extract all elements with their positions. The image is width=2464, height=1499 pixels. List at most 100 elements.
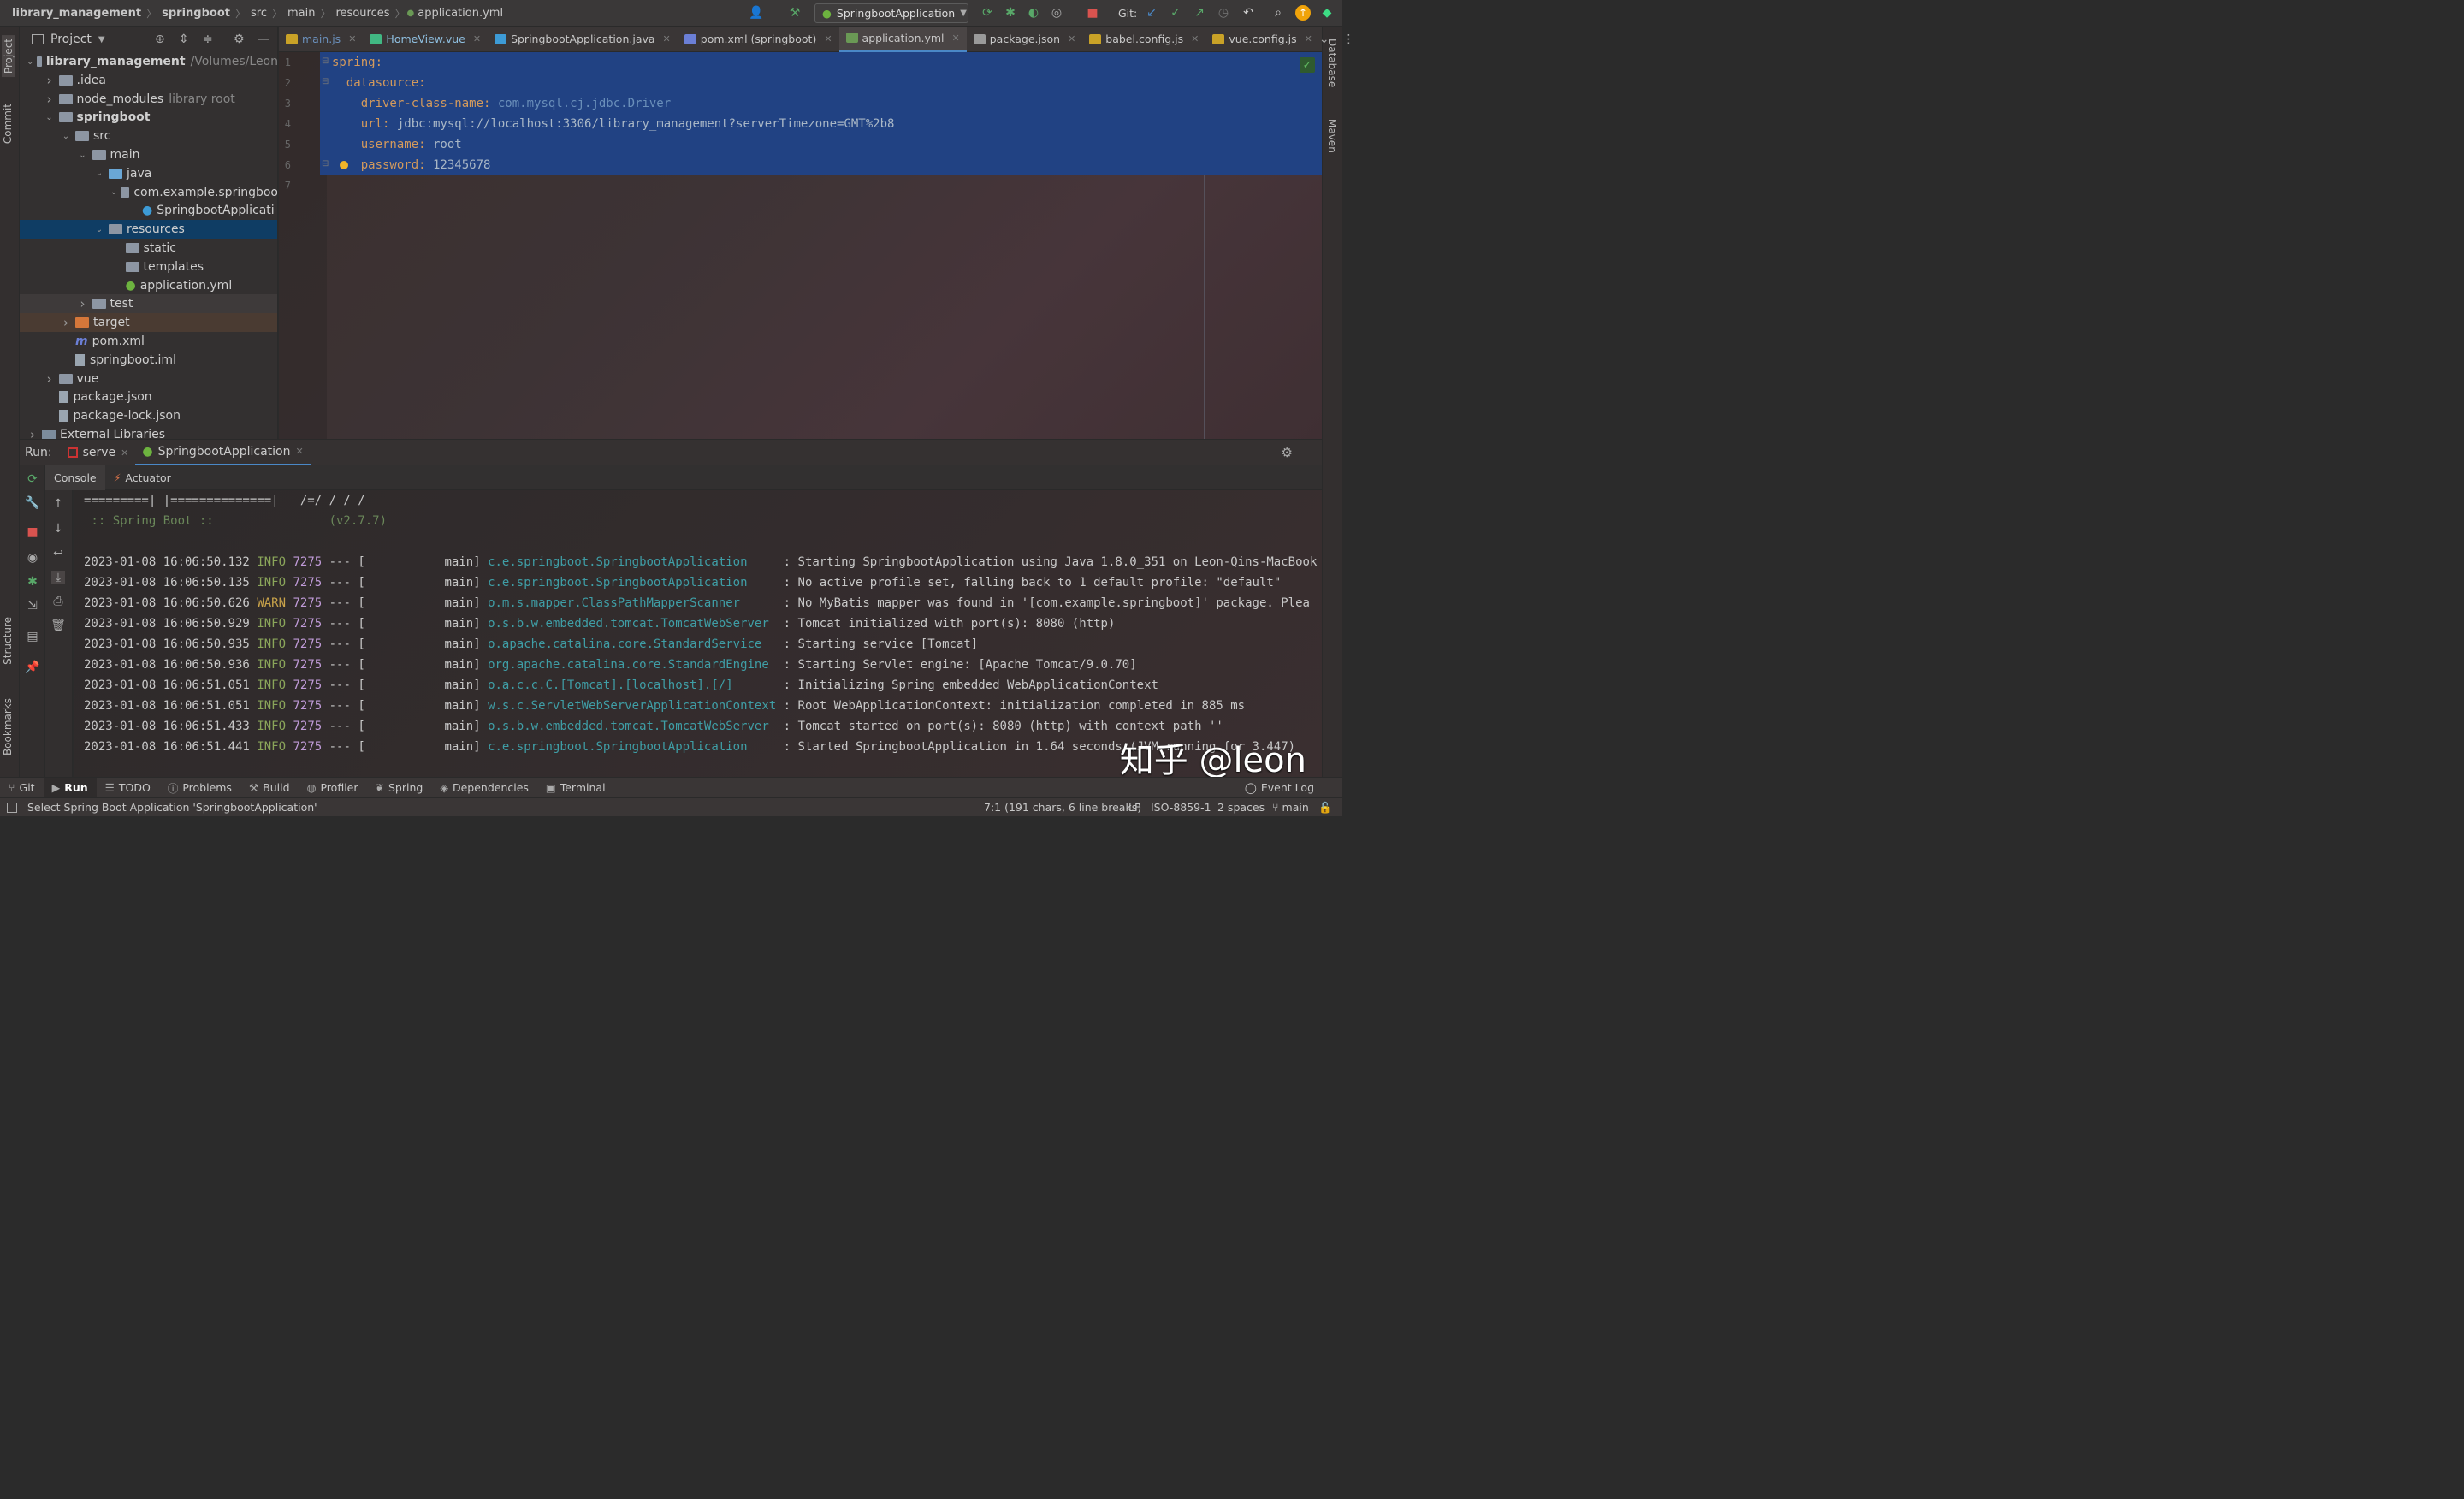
- tool-window-git[interactable]: ⑂ Git: [0, 778, 44, 798]
- rerun-icon[interactable]: ⟳: [980, 5, 995, 21]
- tree-item[interactable]: › node_modules library root: [20, 90, 277, 109]
- editor-tab[interactable]: SpringbootApplication.java ✕: [488, 27, 678, 52]
- tree-item[interactable]: static: [20, 239, 277, 258]
- tree-item[interactable]: ⌄ springboot: [20, 108, 277, 127]
- cursor-position[interactable]: 7:1 (191 chars, 6 line breaks): [984, 801, 1141, 814]
- chevron-down-icon[interactable]: ⌄: [93, 225, 105, 234]
- tool-window-dependencies[interactable]: ◈ Dependencies: [431, 778, 537, 798]
- code-line[interactable]: password: 12345678: [320, 155, 1322, 175]
- chevron-down-icon[interactable]: ⌄: [44, 113, 56, 122]
- coverage-icon[interactable]: ◐: [1026, 5, 1041, 21]
- tree-item[interactable]: springboot.iml: [20, 351, 277, 370]
- collapse-all-icon[interactable]: ≑: [203, 33, 213, 46]
- fold-icon[interactable]: ⊟: [322, 159, 329, 169]
- tree-item[interactable]: package.json: [20, 388, 277, 406]
- git-branch[interactable]: ⑂ main: [1272, 801, 1309, 814]
- breadcrumb-item[interactable]: library_management: [9, 7, 145, 20]
- tool-window-build[interactable]: ⚒ Build: [240, 778, 299, 798]
- close-icon[interactable]: ✕: [663, 33, 671, 44]
- project-tool-button[interactable]: Project: [2, 35, 15, 78]
- git-update-icon[interactable]: ↙: [1144, 5, 1159, 21]
- revert-icon[interactable]: ↶: [1241, 5, 1256, 21]
- close-icon[interactable]: ✕: [121, 447, 128, 459]
- pin-icon[interactable]: 📌: [25, 661, 39, 674]
- intention-bulb-icon[interactable]: [340, 161, 348, 169]
- close-icon[interactable]: ✕: [295, 446, 303, 457]
- tree-item[interactable]: ⌄ library_management/Volumes/Leon: [20, 52, 277, 71]
- structure-tool-button[interactable]: Structure: [2, 617, 14, 665]
- plugin-icon[interactable]: ◆: [1319, 5, 1335, 21]
- tree-item[interactable]: m pom.xml: [20, 332, 277, 351]
- chevron-right-icon[interactable]: ›: [44, 92, 56, 107]
- chevron-right-icon[interactable]: ›: [60, 315, 72, 330]
- scroll-to-end-icon[interactable]: ⤓: [51, 571, 65, 584]
- project-view-selector[interactable]: Project: [50, 33, 92, 46]
- locate-icon[interactable]: ⊕: [155, 33, 165, 46]
- code-line[interactable]: driver-class-name: com.mysql.cj.jdbc.Dri…: [320, 93, 1322, 114]
- editor-tab[interactable]: vue.config.js ✕: [1205, 27, 1318, 52]
- close-icon[interactable]: ✕: [1191, 33, 1199, 44]
- indent-setting[interactable]: 2 spaces: [1217, 801, 1265, 814]
- editor-tab[interactable]: babel.config.js ✕: [1082, 27, 1205, 52]
- chevron-down-icon[interactable]: ▼: [98, 35, 105, 44]
- git-commit-icon[interactable]: ✓: [1168, 5, 1183, 21]
- chevron-down-icon[interactable]: ⌄: [77, 151, 89, 160]
- code-line[interactable]: username: root: [320, 134, 1322, 155]
- arrow-up-icon[interactable]: ↑: [51, 497, 65, 511]
- close-icon[interactable]: ✕: [348, 33, 356, 44]
- maven-tool-button[interactable]: Maven: [1326, 119, 1338, 153]
- build-hammer-icon[interactable]: ⚒: [787, 5, 803, 21]
- chevron-down-icon[interactable]: ⌄: [93, 169, 105, 178]
- stop-icon[interactable]: ■: [26, 525, 39, 539]
- bookmarks-tool-button[interactable]: Bookmarks: [2, 698, 14, 755]
- chevron-right-icon[interactable]: ›: [27, 427, 38, 439]
- stop-icon[interactable]: ■: [1085, 5, 1100, 21]
- chevron-down-icon[interactable]: ⌄: [110, 187, 118, 197]
- wrench-icon[interactable]: 🔧: [25, 496, 39, 510]
- tree-item[interactable]: ⌄ main: [20, 145, 277, 164]
- arrow-down-icon[interactable]: ↓: [51, 522, 65, 536]
- chevron-right-icon[interactable]: ›: [77, 296, 89, 311]
- hide-icon[interactable]: —: [1304, 447, 1315, 459]
- tree-item[interactable]: › .idea: [20, 71, 277, 90]
- tab-list-icon[interactable]: ⌄: [1319, 33, 1330, 46]
- exit-icon[interactable]: ⇲: [26, 599, 39, 613]
- tool-window-problems[interactable]: ⓘ Problems: [159, 778, 240, 798]
- file-encoding[interactable]: ISO-8859-1: [1151, 801, 1211, 814]
- user-icon[interactable]: 👤: [749, 5, 764, 21]
- fold-icon[interactable]: ⊟: [322, 56, 329, 66]
- status-toggle-icon[interactable]: [7, 802, 17, 813]
- run-tab-springboot[interactable]: ● SpringbootApplication ✕: [135, 440, 311, 466]
- tree-item[interactable]: › vue: [20, 370, 277, 388]
- editor-tab[interactable]: pom.xml (springboot) ✕: [678, 27, 839, 52]
- gear-icon[interactable]: ⚙: [234, 33, 245, 46]
- tool-window-spring[interactable]: ❦ Spring: [367, 778, 432, 798]
- editor-tab[interactable]: package.json ✕: [967, 27, 1083, 52]
- code-line[interactable]: spring:: [320, 52, 1322, 73]
- breadcrumb-item[interactable]: resources: [332, 7, 393, 20]
- tree-item[interactable]: package-lock.json: [20, 406, 277, 425]
- tool-window-run[interactable]: ▶ Run: [43, 777, 97, 798]
- close-icon[interactable]: ✕: [1068, 33, 1075, 44]
- fold-icon[interactable]: ⊟: [322, 77, 329, 86]
- soft-wrap-icon[interactable]: ↩: [51, 547, 65, 560]
- tool-window-todo[interactable]: ☰ TODO: [97, 778, 159, 798]
- tree-item[interactable]: ● application.yml: [20, 276, 277, 295]
- editor-tab[interactable]: main.js ✕: [279, 27, 363, 52]
- breadcrumb-item[interactable]: springboot: [158, 7, 234, 20]
- print-icon[interactable]: ⎙: [51, 595, 65, 608]
- close-icon[interactable]: ✕: [952, 33, 960, 44]
- breadcrumb-item[interactable]: application.yml: [414, 7, 506, 20]
- hide-icon[interactable]: —: [258, 33, 270, 46]
- chevron-down-icon[interactable]: ⌄: [27, 57, 33, 67]
- close-icon[interactable]: ✕: [1305, 33, 1312, 44]
- code-line[interactable]: [327, 175, 1322, 196]
- tree-item[interactable]: templates: [20, 258, 277, 276]
- code-line[interactable]: url: jdbc:mysql://localhost:3306/library…: [320, 114, 1322, 134]
- editor-tab[interactable]: HomeView.vue ✕: [363, 27, 488, 52]
- camera-icon[interactable]: ◉: [26, 551, 39, 565]
- tab-console[interactable]: Console: [45, 465, 105, 490]
- lock-icon[interactable]: 🔓: [1318, 801, 1332, 815]
- tab-actuator[interactable]: ⚡ Actuator: [105, 465, 180, 490]
- close-icon[interactable]: ✕: [824, 33, 832, 44]
